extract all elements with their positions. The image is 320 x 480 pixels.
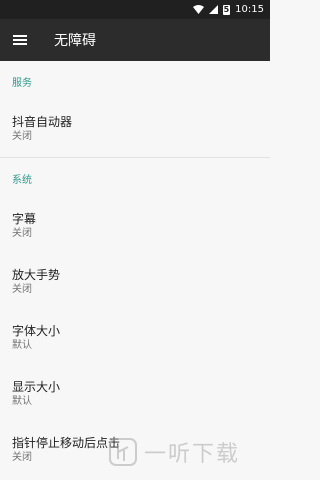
item-subtitle: 关闭: [12, 284, 32, 295]
item-title: 字幕: [12, 212, 37, 226]
list-item-display-size[interactable]: 显示大小 默认: [0, 366, 270, 422]
item-title: 抖音自动器: [12, 115, 73, 129]
menu-button[interactable]: [0, 19, 40, 61]
status-bar: 5 10:15: [0, 0, 270, 19]
wifi-icon: [192, 5, 204, 14]
item-subtitle: 默认: [12, 396, 32, 407]
settings-list: 服务 抖音自动器 关闭 系统 字幕 关闭 放大手势 关闭 字体大小 默认 显示大…: [0, 61, 270, 480]
battery-icon: 5: [222, 4, 231, 15]
item-title: 字体大小: [12, 324, 61, 338]
item-subtitle: 默认: [12, 340, 32, 351]
list-item-click-after-pointer-stops[interactable]: 指针停止移动后点击 关闭: [0, 422, 270, 478]
item-title: 指针停止移动后点击: [12, 436, 121, 450]
section-header-services: 服务: [12, 77, 32, 89]
item-title: 放大手势: [12, 268, 61, 282]
page-title: 无障碍: [54, 33, 96, 49]
status-time: 10:15: [235, 4, 264, 15]
list-item-magnification-gestures[interactable]: 放大手势 关闭: [0, 254, 270, 310]
item-subtitle: 关闭: [12, 228, 32, 239]
item-title: 显示大小: [12, 380, 61, 394]
list-item-douyin-automator[interactable]: 抖音自动器 关闭: [0, 101, 270, 157]
list-item-captions[interactable]: 字幕 关闭: [0, 198, 270, 254]
app-bar: 无障碍: [0, 19, 270, 61]
section-header-system: 系统: [12, 174, 32, 186]
item-subtitle: 关闭: [12, 131, 32, 142]
hamburger-icon: [13, 35, 27, 45]
signal-icon: [208, 5, 218, 14]
list-item-font-size[interactable]: 字体大小 默认: [0, 310, 270, 366]
item-subtitle: 关闭: [12, 452, 32, 463]
